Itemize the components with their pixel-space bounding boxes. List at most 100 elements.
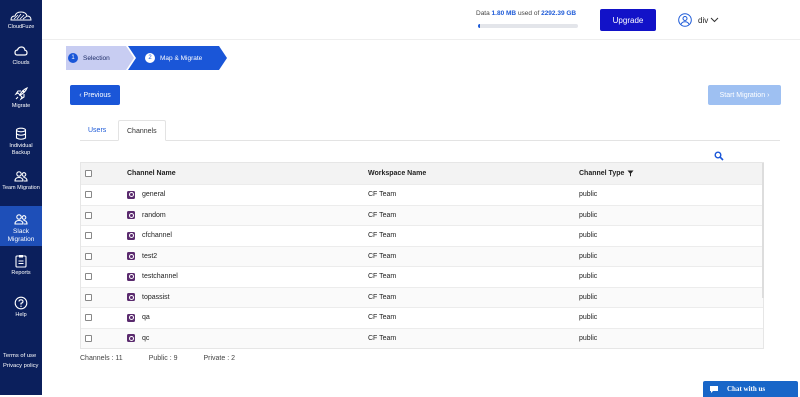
sidebar-item-team-migration[interactable]: Team Migration: [0, 169, 42, 192]
summary-channels: Channels : 11: [80, 355, 123, 362]
channel-name: testchannel: [142, 273, 178, 281]
help-icon: [14, 296, 28, 310]
tab-bar: Users Channels: [80, 120, 780, 141]
data-usage-bar: [478, 24, 578, 28]
table-row[interactable]: cfchannel CF Team public: [81, 225, 763, 246]
user-menu[interactable]: div: [678, 12, 725, 28]
column-header-workspace-name[interactable]: Workspace Name: [368, 163, 426, 184]
top-bar: Data 1.80 MB used of 2292.39 GB Upgrade …: [42, 0, 800, 40]
row-checkbox[interactable]: [85, 206, 92, 226]
row-checkbox[interactable]: [85, 267, 92, 287]
cloud-icon: [14, 46, 28, 56]
table-row[interactable]: topassist CF Team public: [81, 286, 763, 308]
workspace-name: CF Team: [368, 232, 397, 240]
row-checkbox[interactable]: [85, 247, 92, 267]
channel-name: topassist: [142, 293, 170, 301]
start-migration-button[interactable]: Start Migration ›: [708, 85, 781, 105]
brand-logo[interactable]: CloudFuze: [0, 10, 42, 30]
channel-type: public: [579, 314, 598, 322]
channel-type: public: [579, 334, 598, 342]
table-row[interactable]: test2 CF Team public: [81, 245, 763, 267]
step-map-migrate[interactable]: 2 Map & Migrate: [145, 46, 225, 70]
table-row[interactable]: random CF Team public: [81, 204, 763, 226]
checkbox-box: [85, 314, 92, 322]
filter-icon[interactable]: [627, 170, 634, 177]
sidebar-item-individual-backup[interactable]: Individual Backup: [0, 127, 42, 157]
sidebar-item-clouds[interactable]: Clouds: [0, 44, 42, 67]
sidebar-item-migrate[interactable]: Migrate: [0, 87, 42, 110]
privacy-link[interactable]: Privacy policy: [0, 363, 42, 369]
table-row[interactable]: testchannel CF Team public: [81, 266, 763, 287]
slack-channel-icon: [127, 272, 135, 281]
select-all-checkbox[interactable]: [85, 163, 92, 184]
slack-channel-icon: [127, 293, 135, 302]
tab-users[interactable]: Users: [80, 120, 114, 141]
search-icon[interactable]: [714, 151, 724, 161]
checkbox-box: [85, 211, 92, 219]
sidebar-item-label: Team Migration: [2, 185, 40, 191]
step-number: 1: [68, 53, 78, 63]
sidebar-item-slack-migration[interactable]: Slack Migration: [0, 206, 42, 246]
channel-name-cell: topassist: [127, 288, 170, 308]
workspace-name: CF Team: [368, 211, 397, 219]
row-checkbox[interactable]: [85, 226, 92, 246]
table-row[interactable]: general CF Team public: [81, 184, 763, 205]
channel-name-cell: general: [127, 185, 165, 205]
channel-name: cfchannel: [142, 232, 172, 240]
brand-name: CloudFuze: [7, 24, 35, 30]
table-row[interactable]: qa CF Team public: [81, 307, 763, 328]
database-icon: [15, 127, 27, 140]
checkbox-box: [85, 334, 92, 342]
sidebar-item-reports[interactable]: Reports: [0, 254, 42, 277]
tab-channels[interactable]: Channels: [118, 120, 166, 141]
row-checkbox[interactable]: [85, 185, 92, 205]
reports-icon: [15, 255, 27, 268]
checkbox-box: [85, 252, 92, 260]
rocket-icon: [14, 87, 28, 101]
row-checkbox[interactable]: [85, 329, 92, 349]
column-header-channel-name[interactable]: Channel Name: [127, 163, 176, 184]
channel-type: public: [579, 211, 598, 219]
channels-table: Channel Name Workspace Name Channel Type…: [80, 162, 764, 349]
summary-private: Private : 2: [203, 355, 235, 362]
column-header-channel-type[interactable]: Channel Type: [579, 163, 634, 184]
checkbox-box: [85, 232, 92, 240]
workspace-name: CF Team: [368, 293, 397, 301]
channel-name-cell: qa: [127, 308, 150, 328]
terms-link[interactable]: Terms of use: [0, 353, 42, 359]
row-checkbox[interactable]: [85, 288, 92, 308]
start-migration-label: Start Migration: [719, 91, 766, 99]
channel-name: general: [142, 191, 166, 199]
previous-button[interactable]: ‹ Previous: [70, 85, 120, 105]
workspace-name: CF Team: [368, 252, 397, 260]
data-used-value: 1.80 MB: [491, 10, 517, 17]
chat-label: Chat with us: [727, 385, 766, 393]
slack-channel-icon: [127, 190, 135, 199]
slack-channel-icon: [127, 211, 135, 220]
row-checkbox[interactable]: [85, 308, 92, 328]
checkbox-box: [85, 191, 92, 199]
table-scrollbar[interactable]: [762, 163, 764, 298]
chevron-down-icon: [710, 17, 719, 23]
step-label: Map & Migrate: [160, 54, 203, 62]
chat-icon: [710, 385, 718, 393]
channel-type: public: [579, 293, 598, 301]
slack-channel-icon: [127, 252, 135, 261]
workspace-name: CF Team: [368, 273, 397, 281]
table-header: Channel Name Workspace Name Channel Type: [81, 163, 763, 184]
sidebar-item-help[interactable]: Help: [0, 296, 42, 319]
step-number: 2: [145, 53, 155, 63]
team-icon: [14, 171, 28, 182]
data-usage-fill: [478, 24, 480, 28]
sidebar-item-label: Migrate: [11, 103, 31, 109]
table-row[interactable]: qc CF Team public: [81, 327, 763, 349]
channel-name-cell: qc: [127, 329, 149, 349]
step-selection[interactable]: 1 Selection: [68, 46, 126, 70]
workspace-name: CF Team: [368, 314, 397, 322]
data-usage-mid: used of: [517, 10, 540, 17]
channel-name: qa: [142, 314, 150, 322]
channel-name-cell: test2: [127, 247, 157, 267]
chevron-left-icon: ‹: [79, 91, 82, 99]
previous-label: Previous: [83, 91, 111, 99]
upgrade-button[interactable]: Upgrade: [600, 9, 656, 31]
